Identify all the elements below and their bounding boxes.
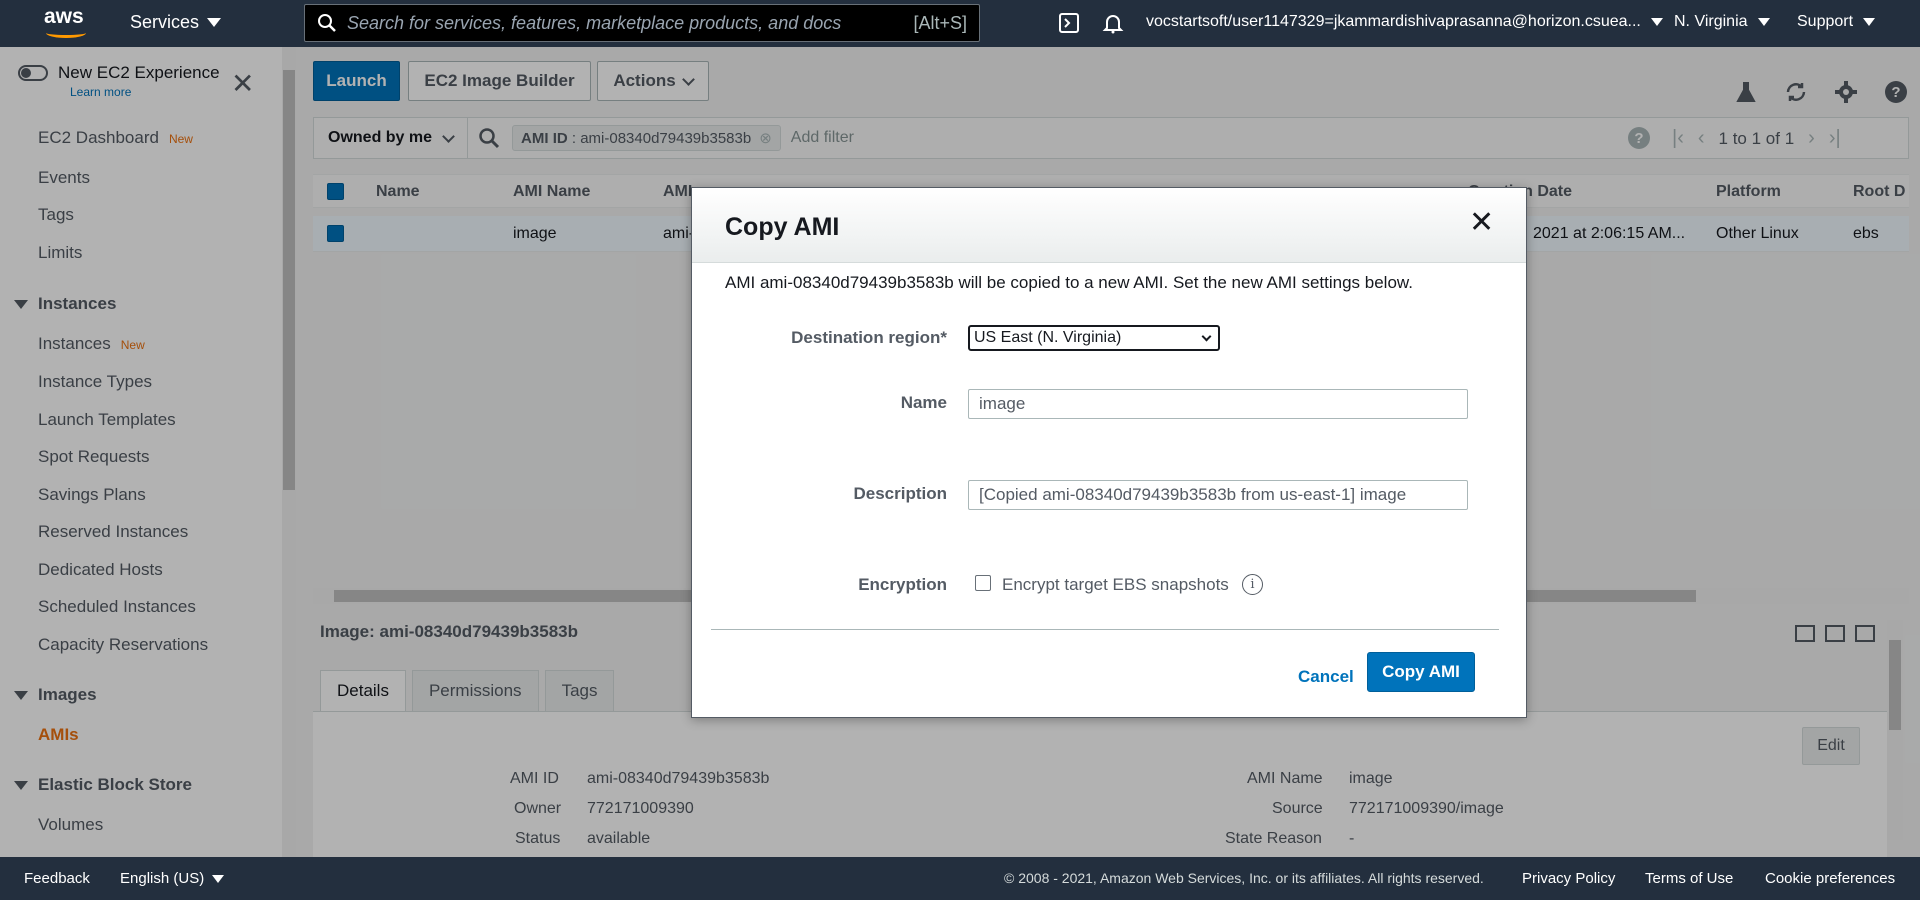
account-label: vocstartsoft/user1147329=jkammardishivap… xyxy=(1146,13,1641,30)
services-label: Services xyxy=(130,12,200,32)
encryption-label: Encryption xyxy=(858,575,947,594)
modal-intro-text: AMI ami-08340d79439b3583b will be copied… xyxy=(725,273,1413,292)
footer: Feedback English (US) © 2008 - 2021, Ama… xyxy=(0,857,1920,900)
description-field[interactable] xyxy=(968,480,1468,510)
feedback-link[interactable]: Feedback xyxy=(24,870,90,887)
destination-region-select[interactable]: US East (N. Virginia) xyxy=(968,325,1220,351)
notification-bell-icon[interactable] xyxy=(1102,12,1124,34)
cancel-button[interactable]: Cancel xyxy=(1298,667,1354,687)
copy-ami-button[interactable]: Copy AMI xyxy=(1367,652,1475,692)
cookie-preferences-link[interactable]: Cookie preferences xyxy=(1765,870,1895,887)
modal-title: Copy AMI xyxy=(725,213,840,241)
support-menu[interactable]: Support xyxy=(1797,13,1876,31)
aws-smile-icon xyxy=(46,28,86,38)
caret-down-icon xyxy=(1863,18,1876,26)
cloudshell-icon[interactable] xyxy=(1058,12,1080,34)
region-label: N. Virginia xyxy=(1674,13,1748,30)
name-field[interactable] xyxy=(968,389,1468,419)
language-selector[interactable]: English (US) xyxy=(120,870,225,887)
chevron-down-icon xyxy=(1201,331,1212,341)
encrypt-snapshots-label[interactable]: Encrypt target EBS snapshots xyxy=(1002,575,1229,595)
close-icon[interactable]: ✕ xyxy=(1469,208,1494,238)
account-menu[interactable]: vocstartsoft/user1147329=jkammardishivap… xyxy=(1146,13,1663,31)
caret-down-icon xyxy=(1650,18,1663,26)
name-label: Name xyxy=(900,393,947,412)
language-label: English (US) xyxy=(120,870,205,887)
services-menu[interactable]: Services xyxy=(130,12,222,33)
privacy-policy-link[interactable]: Privacy Policy xyxy=(1522,870,1615,887)
destination-region-label: Destination region* xyxy=(791,328,947,347)
top-navigation: aws Services [Alt+S] vocstartsoft/user11… xyxy=(0,0,1920,47)
caret-down-icon xyxy=(212,874,225,883)
aws-logo[interactable]: aws xyxy=(44,6,90,40)
info-icon[interactable]: i xyxy=(1242,574,1263,595)
terms-of-use-link[interactable]: Terms of Use xyxy=(1645,870,1733,887)
search-icon xyxy=(318,14,336,32)
search-box[interactable]: [Alt+S] xyxy=(304,4,980,42)
modal-divider xyxy=(711,629,1499,630)
caret-down-icon xyxy=(207,18,222,27)
region-menu[interactable]: N. Virginia xyxy=(1674,13,1770,31)
destination-region-value: US East (N. Virginia) xyxy=(974,329,1122,346)
search-shortcut: [Alt+S] xyxy=(913,12,967,33)
description-label: Description xyxy=(853,484,947,503)
aws-logo-text: aws xyxy=(44,5,84,28)
search-input[interactable] xyxy=(347,12,907,34)
encrypt-snapshots-checkbox[interactable] xyxy=(975,575,991,591)
copy-ami-dialog: Copy AMI ✕ AMI ami-08340d79439b3583b wil… xyxy=(691,187,1527,718)
copyright-text: © 2008 - 2021, Amazon Web Services, Inc.… xyxy=(1004,870,1484,886)
support-label: Support xyxy=(1797,13,1854,30)
caret-down-icon xyxy=(1757,18,1770,26)
